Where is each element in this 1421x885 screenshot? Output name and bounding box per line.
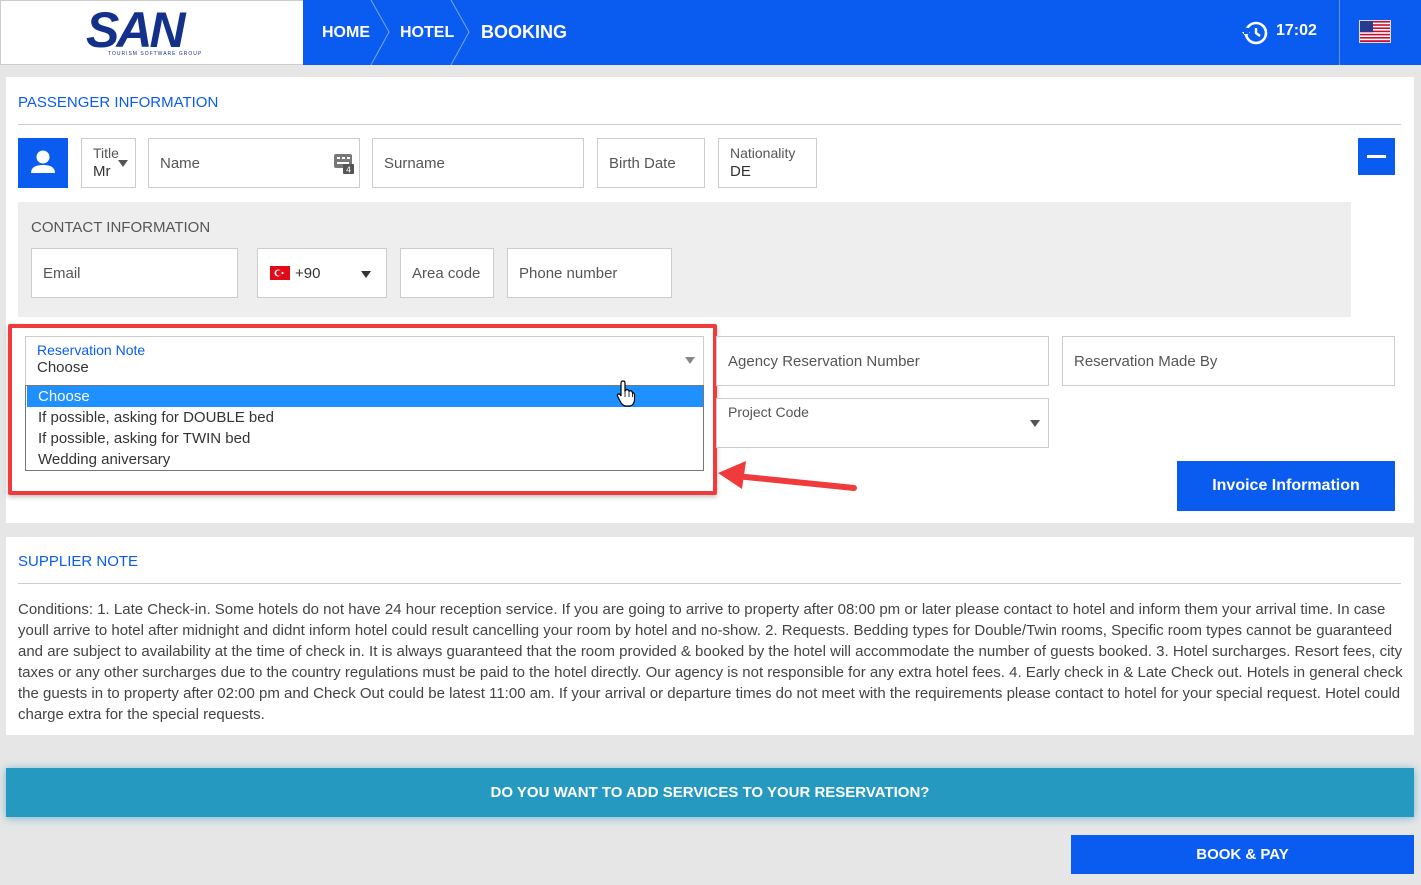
chevron-down-icon bbox=[361, 271, 371, 278]
birth-date-placeholder: Birth Date bbox=[609, 155, 676, 172]
birth-date-field[interactable]: Birth Date bbox=[597, 138, 705, 188]
contact-section-title: CONTACT INFORMATION bbox=[31, 219, 211, 236]
history-icon[interactable] bbox=[1242, 20, 1268, 46]
nationality-value: DE bbox=[730, 163, 751, 180]
user-icon bbox=[31, 150, 55, 173]
highlight-box bbox=[8, 324, 717, 495]
logo-subtitle: TOURISM SOFTWARE GROUP bbox=[108, 51, 203, 57]
minus-icon bbox=[1367, 155, 1386, 158]
reservation-made-by-placeholder: Reservation Made By bbox=[1074, 353, 1218, 370]
us-flag-icon[interactable] bbox=[1359, 20, 1391, 43]
breadcrumb-home[interactable]: HOME bbox=[322, 0, 370, 65]
logo[interactable]: SAN bbox=[86, 4, 186, 56]
project-code-label: Project Code bbox=[728, 404, 809, 420]
breadcrumb-hotel[interactable]: HOTEL bbox=[400, 0, 454, 65]
name-placeholder: Name bbox=[160, 155, 201, 172]
nationality-field[interactable]: Nationality DE bbox=[718, 138, 817, 188]
turkey-flag-icon bbox=[270, 266, 290, 280]
phone-placeholder: Phone number bbox=[519, 265, 618, 282]
breadcrumb-chevron-icon bbox=[370, 0, 390, 65]
agency-reservation-placeholder: Agency Reservation Number bbox=[728, 353, 920, 370]
title-label: Title bbox=[93, 145, 119, 161]
country-code-value: +90 bbox=[295, 265, 321, 282]
title-value: Mr bbox=[93, 163, 111, 180]
email-placeholder: Email bbox=[43, 265, 81, 282]
svg-text:4: 4 bbox=[346, 166, 351, 175]
name-field[interactable]: Name 4 bbox=[148, 138, 360, 188]
email-field[interactable]: Email bbox=[31, 248, 238, 298]
breadcrumb-chevron-icon bbox=[450, 0, 470, 65]
divider bbox=[18, 124, 1401, 125]
phone-number-field[interactable]: Phone number bbox=[507, 248, 672, 298]
add-services-button[interactable]: DO YOU WANT TO ADD SERVICES TO YOUR RESE… bbox=[6, 768, 1414, 817]
title-select[interactable]: Title Mr bbox=[81, 138, 136, 188]
chevron-down-icon bbox=[1030, 420, 1040, 427]
country-code-select[interactable]: +90 bbox=[257, 248, 387, 298]
area-code-placeholder: Area code bbox=[412, 265, 481, 282]
book-pay-button[interactable]: BOOK & PAY bbox=[1071, 835, 1414, 874]
header-divider bbox=[1339, 0, 1340, 65]
project-code-select[interactable]: Project Code bbox=[716, 398, 1049, 448]
clock-time: 17:02 bbox=[1276, 22, 1317, 39]
chevron-down-icon bbox=[118, 160, 128, 167]
surname-field[interactable]: Surname bbox=[372, 138, 584, 188]
surname-placeholder: Surname bbox=[384, 155, 445, 172]
keyboard-icon[interactable]: 4 bbox=[333, 153, 355, 175]
area-code-field[interactable]: Area code bbox=[400, 248, 494, 298]
remove-passenger-button[interactable] bbox=[1358, 138, 1395, 175]
breadcrumb-booking: BOOKING bbox=[481, 22, 568, 42]
passenger-section-title: PASSENGER INFORMATION bbox=[18, 94, 219, 111]
supplier-conditions-text: Conditions: 1. Late Check-in. Some hotel… bbox=[18, 601, 1403, 723]
nationality-label: Nationality bbox=[730, 145, 796, 161]
divider bbox=[18, 583, 1401, 584]
invoice-information-button[interactable]: Invoice Information bbox=[1177, 461, 1395, 511]
arrow-icon bbox=[718, 461, 857, 491]
passenger-icon-box bbox=[18, 138, 68, 188]
reservation-made-by-field[interactable]: Reservation Made By bbox=[1062, 336, 1395, 386]
agency-reservation-number-field[interactable]: Agency Reservation Number bbox=[716, 336, 1049, 386]
supplier-section-title: SUPPLIER NOTE bbox=[18, 553, 139, 570]
